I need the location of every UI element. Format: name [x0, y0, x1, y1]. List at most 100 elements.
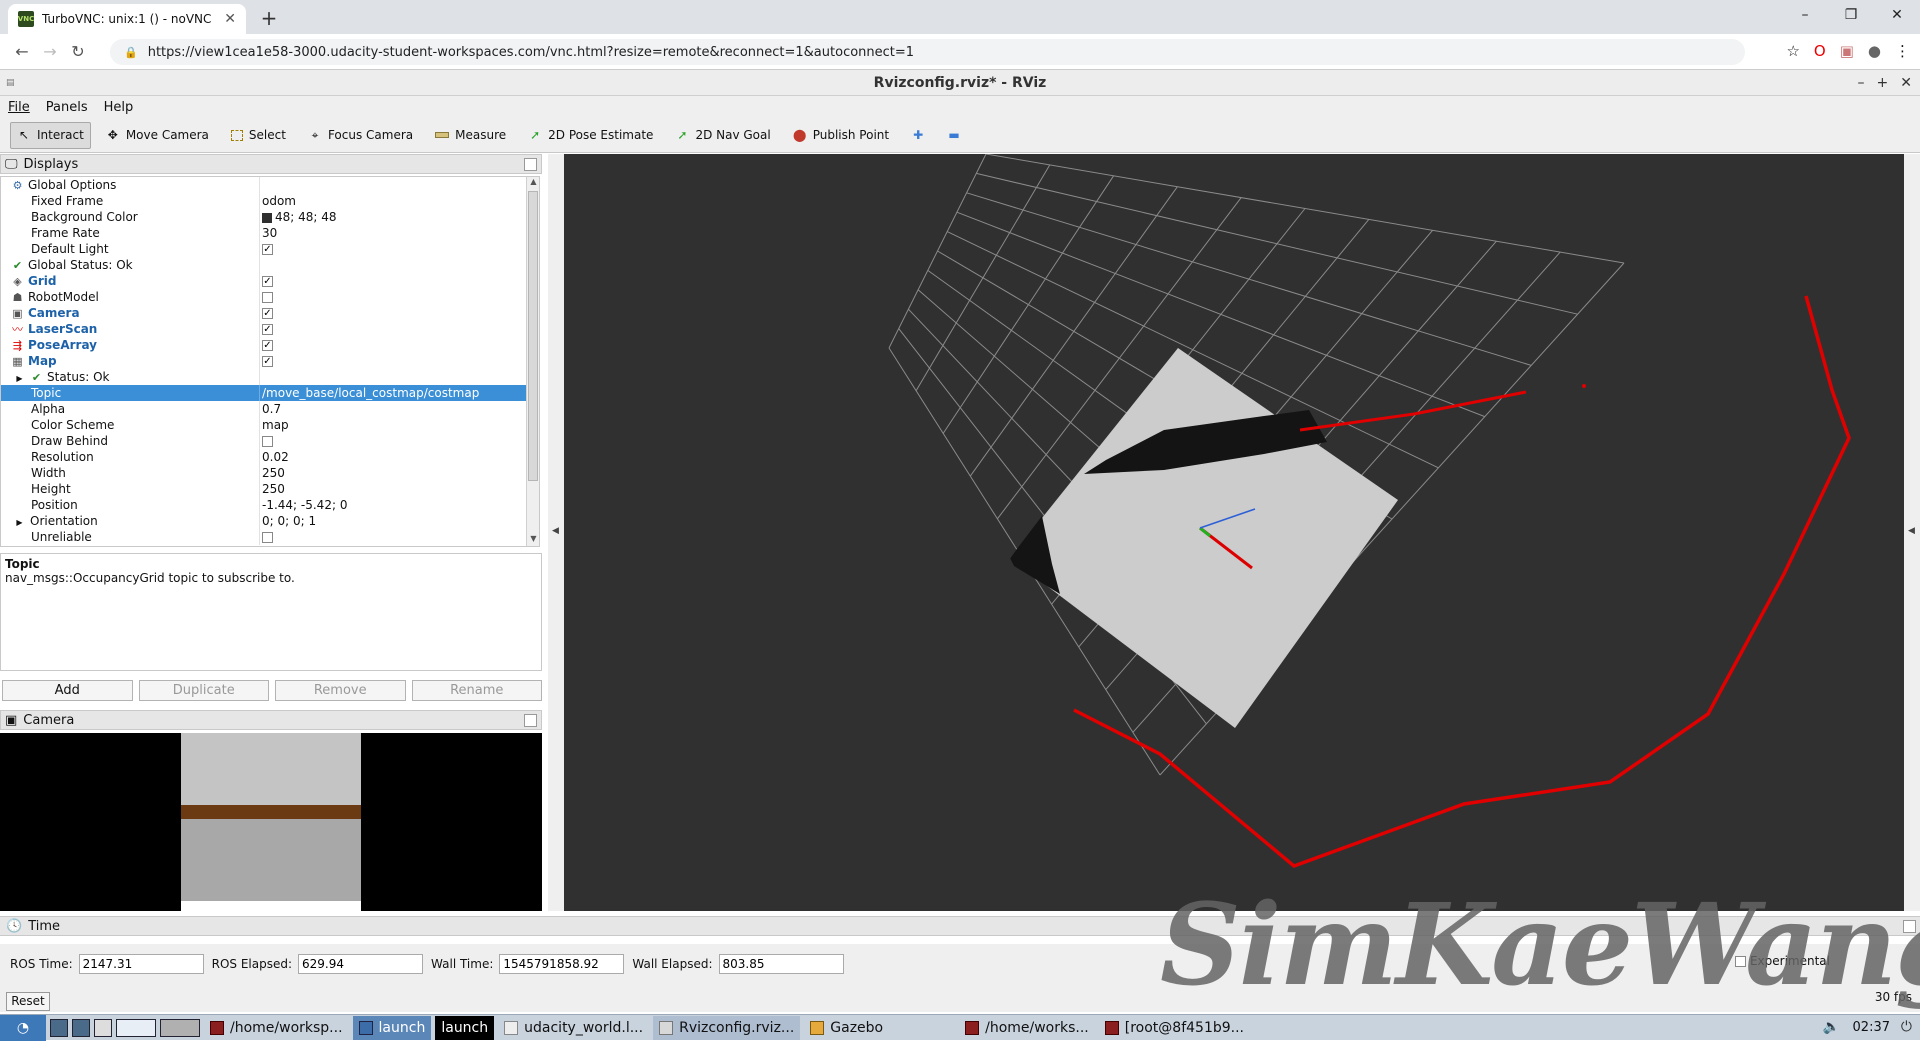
tree-row[interactable]: ▶ Orientation 0; 0; 0; 1 [1, 513, 539, 529]
row-value[interactable]: /move_base/local_costmap/costmap [259, 385, 527, 401]
tree-row[interactable]: Position -1.44; -5.42; 0 [1, 497, 539, 513]
menu-help[interactable]: Help [104, 100, 134, 115]
duplicate-button[interactable]: Duplicate [138, 680, 269, 701]
tree-row[interactable]: Default Light ✓ [1, 241, 539, 257]
tree-row[interactable]: ▦ Map ✓ [1, 353, 539, 369]
camera-close-box[interactable] [524, 714, 537, 727]
checkbox-checked[interactable]: ✓ [262, 356, 273, 367]
wall-time-field[interactable] [499, 954, 625, 974]
row-value[interactable]: 48; 48; 48 [259, 209, 527, 225]
time-close-box[interactable] [1903, 920, 1916, 933]
focus-camera-tool[interactable]: ⌖ Focus Camera [301, 122, 420, 149]
tree-row[interactable]: Height 250 [1, 481, 539, 497]
experimental-toggle[interactable]: Experimental [1734, 954, 1830, 968]
taskbar-item[interactable]: Rvizconfig.rviz... [653, 1015, 801, 1040]
row-value[interactable]: 30 [259, 225, 527, 241]
tree-row[interactable]: Background Color 48; 48; 48 [1, 209, 539, 225]
experimental-checkbox[interactable] [1734, 955, 1746, 967]
right-splitter[interactable]: ◀ [1904, 154, 1920, 911]
pose-estimate-tool[interactable]: ➚ 2D Pose Estimate [521, 122, 660, 149]
checkbox-checked[interactable]: ✓ [262, 308, 273, 319]
taskbar-workspace[interactable] [160, 1018, 200, 1037]
tree-row[interactable]: Alpha 0.7 [1, 401, 539, 417]
row-value[interactable]: 0.7 [259, 401, 527, 417]
taskbar-item[interactable]: [root@8f451b9... [1099, 1016, 1250, 1040]
tree-row[interactable]: 〰 LaserScan ✓ [1, 321, 539, 337]
tree-row[interactable]: Unreliable [1, 529, 539, 545]
profile-avatar-icon[interactable]: ● [1868, 42, 1881, 60]
tree-row[interactable]: ✔ Global Status: Ok [1, 257, 539, 273]
taskbar-item[interactable]: /home/worksp... [204, 1016, 349, 1040]
scroll-up-icon[interactable]: ▲ [527, 177, 539, 189]
power-icon[interactable]: ⏻ [1901, 1019, 1912, 1035]
move-camera-tool[interactable]: ✥ Move Camera [99, 122, 216, 149]
taskbar-item[interactable]: Gazebo [804, 1016, 889, 1040]
measure-tool[interactable]: Measure [428, 122, 513, 149]
checkbox-checked[interactable]: ✓ [262, 340, 273, 351]
taskbar-app-icon[interactable] [72, 1018, 90, 1037]
browser-tab[interactable]: VNC TurboVNC: unix:1 () - noVNC ✕ [8, 4, 246, 34]
collapse-left-icon[interactable]: ◀ [552, 526, 559, 536]
minimize-button[interactable]: – [1782, 0, 1828, 30]
remove-button[interactable]: Remove [275, 680, 406, 701]
taskbar-app-icon[interactable] [50, 1018, 68, 1037]
nav-goal-tool[interactable]: ➚ 2D Nav Goal [668, 122, 777, 149]
tree-row[interactable]: Draw Behind [1, 433, 539, 449]
reload-icon[interactable]: ↻ [64, 42, 92, 61]
forward-icon[interactable]: → [36, 42, 64, 61]
opera-icon[interactable]: O [1814, 42, 1826, 60]
ros-elapsed-field[interactable] [298, 954, 424, 974]
scroll-down-icon[interactable]: ▼ [527, 534, 539, 546]
taskbar-item[interactable]: /home/works... [959, 1016, 1095, 1040]
restore-button[interactable]: ❐ [1828, 0, 1874, 30]
displays-close-box[interactable] [524, 158, 537, 171]
tree-row[interactable]: ▣ Camera ✓ [1, 305, 539, 321]
add-button[interactable]: Add [2, 680, 133, 701]
browser-menu-icon[interactable]: ⋮ [1895, 42, 1910, 60]
select-tool[interactable]: Select [224, 122, 293, 149]
checkbox-unchecked[interactable] [262, 292, 273, 303]
tab-close-icon[interactable]: ✕ [224, 11, 236, 27]
tree-row-selected[interactable]: Topic/move_base/local_costmap/costmap [1, 385, 539, 401]
tree-row[interactable]: ◈ Grid ✓ [1, 273, 539, 289]
tree-row[interactable]: Frame Rate 30 [1, 225, 539, 241]
collapse-right-icon[interactable]: ◀ [1908, 526, 1915, 536]
tree-row[interactable]: ▶ ✔ Status: Ok [1, 369, 539, 385]
taskbar-workspace[interactable] [116, 1018, 156, 1037]
rviz-maximize-icon[interactable]: + [1877, 70, 1889, 96]
tree-row[interactable]: Width 250 [1, 465, 539, 481]
new-tab-button[interactable]: + [256, 6, 282, 32]
checkbox-checked[interactable]: ✓ [262, 244, 273, 255]
menu-panels[interactable]: Panels [46, 100, 88, 115]
wall-elapsed-field[interactable] [718, 954, 844, 974]
tree-row[interactable]: Fixed Frame odom [1, 193, 539, 209]
checkbox-unchecked[interactable] [262, 532, 273, 543]
start-menu-icon[interactable]: ◔ [0, 1014, 46, 1041]
menu-file[interactable]: File [8, 100, 30, 115]
tree-row[interactable]: Resolution 0.02 [1, 449, 539, 465]
add-tool-button[interactable]: ✚ [904, 122, 932, 149]
tree-row[interactable]: ☗ RobotModel [1, 289, 539, 305]
taskbar-item[interactable]: launch [352, 1015, 432, 1040]
interact-tool[interactable]: ↖ Interact [10, 121, 91, 149]
scroll-thumb[interactable] [528, 191, 538, 481]
tree-scrollbar[interactable]: ▲ ▼ [526, 177, 539, 546]
row-value[interactable]: map [259, 417, 527, 433]
taskbar-item[interactable]: udacity_world.l... [498, 1016, 649, 1040]
address-bar[interactable]: 🔒 https://view1cea1e58-3000.udacity-stud… [110, 39, 1745, 65]
window-menu-icon[interactable]: ▤ [6, 70, 15, 96]
left-splitter[interactable]: ◀ [548, 154, 564, 911]
taskbar-item[interactable]: launch [435, 1015, 495, 1040]
ros-time-field[interactable] [78, 954, 204, 974]
reset-button[interactable]: Reset [6, 992, 50, 1011]
taskbar-app-icon[interactable] [94, 1018, 112, 1037]
checkbox-unchecked[interactable] [262, 436, 273, 447]
rviz-close-icon[interactable]: ✕ [1900, 70, 1912, 96]
checkbox-checked[interactable]: ✓ [262, 324, 273, 335]
tree-row[interactable]: Color Scheme map [1, 417, 539, 433]
bookmark-star-icon[interactable]: ☆ [1786, 42, 1799, 60]
publish-point-tool[interactable]: ⬤ Publish Point [786, 122, 896, 149]
extension-icon[interactable]: ▣ [1840, 42, 1854, 60]
rename-button[interactable]: Rename [411, 680, 542, 701]
remove-tool-button[interactable]: ▬ [940, 122, 968, 149]
